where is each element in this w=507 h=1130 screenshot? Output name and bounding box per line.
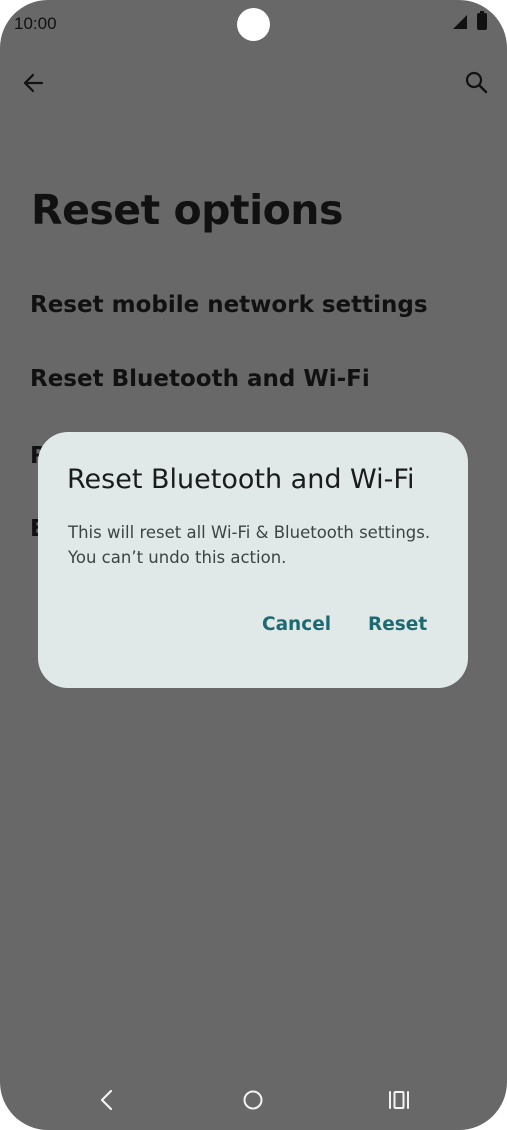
back-button[interactable] [18, 66, 52, 100]
phone-screen: 10:00 Reset options Reset mobile network… [0, 0, 507, 1130]
option-reset-mobile-network[interactable]: Reset mobile network settings [30, 292, 428, 318]
status-time: 10:00 [14, 14, 57, 33]
status-bar: 10:00 [0, 0, 507, 48]
dialog-actions: Cancel Reset [38, 614, 468, 646]
dialog-message-line-1: This will reset all Wi-Fi & Bluetooth se… [68, 523, 431, 542]
dialog-message-line-2: You can’t undo this action. [68, 548, 287, 567]
search-button[interactable] [460, 66, 494, 100]
battery-icon [477, 11, 487, 30]
dialog-message: This will reset all Wi-Fi & Bluetooth se… [68, 520, 430, 570]
cancel-button[interactable]: Cancel [262, 614, 331, 635]
nav-recents-button[interactable] [379, 1080, 419, 1120]
back-chevron-icon [100, 1089, 113, 1111]
signal-icon [453, 15, 467, 29]
home-circle-icon [243, 1090, 263, 1110]
option-reset-bluetooth-wifi[interactable]: Reset Bluetooth and Wi-Fi [30, 366, 370, 392]
nav-home-button[interactable] [233, 1080, 273, 1120]
reset-dialog: Reset Bluetooth and Wi-Fi This will rese… [38, 432, 468, 688]
navigation-bar [0, 1080, 507, 1120]
page-title: Reset options [31, 186, 343, 234]
camera-cutout [237, 8, 270, 41]
arrow-left-icon [23, 73, 44, 93]
nav-back-button[interactable] [87, 1080, 127, 1120]
dialog-title: Reset Bluetooth and Wi-Fi [67, 464, 415, 495]
reset-button[interactable]: Reset [368, 614, 427, 635]
search-icon [465, 71, 488, 94]
recents-icon [389, 1091, 409, 1109]
